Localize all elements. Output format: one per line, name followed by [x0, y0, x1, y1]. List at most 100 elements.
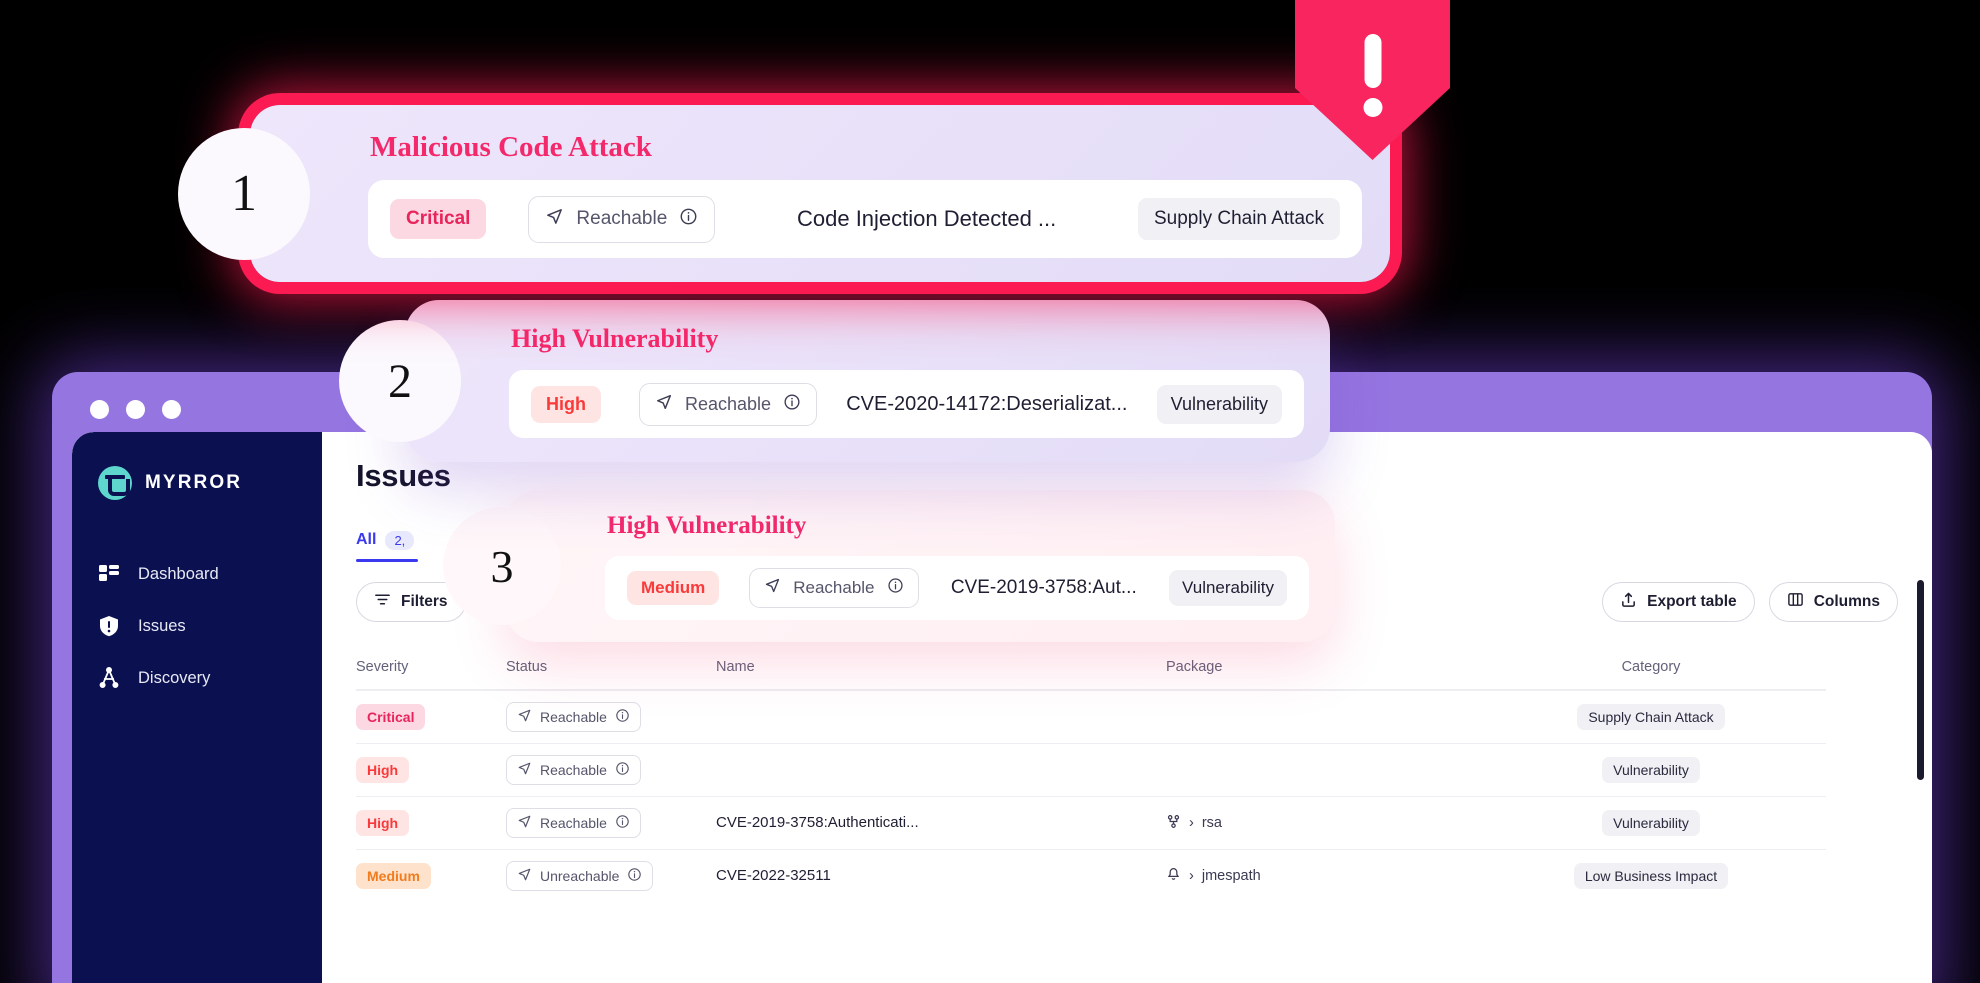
package-cell[interactable]: › jmespath [1166, 867, 1476, 886]
sidebar-item-issues[interactable]: Issues [72, 600, 322, 652]
info-circle-icon[interactable] [615, 708, 630, 726]
info-circle-icon[interactable] [615, 761, 630, 779]
callout-issue-row[interactable]: Critical Reachable Code Injection Detect… [368, 180, 1362, 258]
status-label: Reachable [685, 393, 772, 414]
cell-status: Reachable [506, 755, 716, 785]
table-row[interactable]: High Reachable CVE-2019-3758:Authenticati.… [356, 796, 1826, 849]
callout-card-body: 2 High Vulnerability High Reachable CVE-… [339, 300, 1330, 462]
category-badge: Vulnerability [1169, 570, 1288, 606]
reachable-arrow-icon [517, 867, 532, 885]
status-badge[interactable]: Reachable [506, 755, 641, 785]
package-cell[interactable]: › rsa [1166, 814, 1476, 833]
toolbar-right: Export table Columns [1602, 582, 1898, 622]
cell-name: CVE-2022-32511 [716, 867, 1166, 885]
exclamation-dot [1363, 98, 1382, 117]
filter-icon [374, 591, 391, 613]
status-label: Reachable [540, 709, 607, 725]
reachable-arrow-icon [764, 577, 781, 599]
table-row[interactable]: Medium Unreachable CVE-2022-32511 › jmespath… [356, 849, 1826, 902]
category-badge: Supply Chain Attack [1577, 704, 1725, 730]
column-header-name[interactable]: Name [716, 659, 1166, 675]
table-row[interactable]: High Reachable Vulnerability [356, 743, 1826, 796]
severity-badge: High [531, 385, 601, 423]
issue-title: Code Injection Detected ... [796, 206, 1057, 231]
cell-category: Supply Chain Attack [1476, 704, 1826, 730]
sidebar-item-discovery[interactable]: Discovery [72, 652, 322, 704]
status-label: Reachable [576, 208, 668, 229]
sidebar-item-label: Dashboard [138, 564, 219, 583]
status-badge[interactable]: Reachable [639, 382, 818, 426]
cell-status: Unreachable [506, 861, 716, 891]
sidebar-item-dashboard[interactable]: Dashboard [72, 548, 322, 600]
severity-badge: High [356, 810, 410, 836]
window-controls[interactable] [90, 400, 181, 419]
status-label: Reachable [540, 815, 607, 831]
status-label: Unreachable [540, 868, 620, 884]
table-header: Severity Status Name Package Category [356, 644, 1826, 690]
cell-severity: High [356, 810, 506, 836]
chevron-right-icon: › [1189, 868, 1194, 884]
reachable-arrow-icon [655, 393, 673, 416]
column-header-status[interactable]: Status [506, 659, 716, 675]
myrror-logo-icon [98, 466, 132, 500]
vertical-scrollbar[interactable] [1917, 580, 1924, 780]
issue-name: CVE-2022-32511 [716, 867, 831, 884]
info-circle-icon[interactable] [627, 867, 642, 885]
column-header-package[interactable]: Package [1166, 659, 1476, 675]
reachable-arrow-icon [545, 207, 564, 232]
cell-severity: Critical [356, 704, 506, 730]
package-name: jmespath [1201, 868, 1261, 884]
minimize-dot[interactable] [126, 400, 145, 419]
columns-button[interactable]: Columns [1768, 582, 1898, 622]
callout-headline: Malicious Code Attack [370, 131, 652, 163]
status-badge[interactable]: Reachable [506, 808, 641, 838]
issue-title: CVE-2020-14172:Deserializat... [846, 392, 1128, 415]
reachable-arrow-icon [517, 761, 532, 779]
tab-count-badge: 2, [385, 530, 415, 550]
maximize-dot[interactable] [162, 400, 181, 419]
columns-label: Columns [1813, 593, 1880, 610]
sidebar-item-label: Discovery [138, 668, 211, 687]
category-badge: Vulnerability [1156, 384, 1282, 424]
cell-category: Vulnerability [1476, 757, 1826, 783]
brand-name: MYRROR [145, 472, 243, 493]
info-circle-icon[interactable] [679, 207, 698, 232]
column-header-category[interactable]: Category [1476, 659, 1826, 675]
callout-number: 2 [339, 320, 461, 442]
status-badge[interactable]: Reachable [528, 195, 716, 243]
cell-category: Vulnerability [1476, 810, 1826, 836]
severity-badge: Critical [390, 199, 487, 239]
callout-card-body: 3 High Vulnerability Medium Reachable CV… [443, 490, 1335, 642]
sidebar: MYRROR Dashboard Issues Discovery [72, 432, 322, 983]
page-title: Issues [356, 458, 451, 493]
callout-number: 3 [443, 507, 561, 625]
table-header-row: Severity Status Name Package Category [356, 644, 1826, 690]
callout-number: 1 [178, 127, 310, 260]
column-header-severity[interactable]: Severity [356, 659, 506, 675]
info-circle-icon[interactable] [887, 577, 904, 599]
callout-headline: High Vulnerability [607, 512, 807, 539]
category-badge: Vulnerability [1602, 810, 1700, 836]
shield-alert-icon [98, 615, 120, 637]
dashboard-grid-icon [98, 563, 120, 585]
table-row[interactable]: Critical Reachable Supply Chain Attack [356, 690, 1826, 743]
status-badge[interactable]: Reachable [749, 568, 919, 608]
severity-badge: Medium [627, 571, 720, 605]
tab-all[interactable]: All 2, [356, 520, 419, 562]
brand[interactable]: MYRROR [72, 460, 322, 506]
callout-issue-row[interactable]: High Reachable CVE-2020-14172:Deserializ… [509, 370, 1304, 438]
callout-card-3: 3 High Vulnerability Medium Reachable CV… [443, 490, 1335, 642]
status-badge[interactable]: Unreachable [506, 861, 654, 891]
close-dot[interactable] [90, 400, 109, 419]
severity-badge: High [356, 757, 410, 783]
screenshot-stage: MYRROR Dashboard Issues Discovery Issues… [0, 0, 1980, 983]
status-badge[interactable]: Reachable [506, 702, 641, 732]
status-label: Reachable [540, 762, 607, 778]
info-circle-icon[interactable] [615, 814, 630, 832]
cell-severity: Medium [356, 863, 506, 889]
info-circle-icon[interactable] [783, 393, 801, 416]
callout-issue-row[interactable]: Medium Reachable CVE-2019-3758:Aut... Vu… [605, 556, 1309, 620]
severity-badge: Critical [356, 704, 426, 730]
export-table-button[interactable]: Export table [1602, 582, 1755, 622]
severity-badge: Medium [356, 863, 431, 889]
